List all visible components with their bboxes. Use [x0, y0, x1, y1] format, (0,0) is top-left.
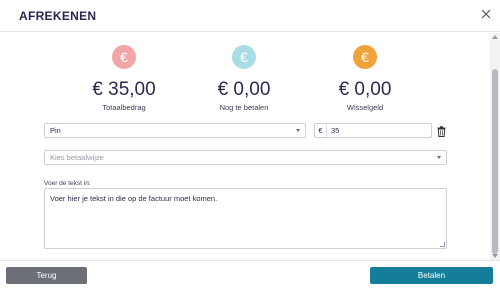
close-icon[interactable]	[479, 7, 493, 21]
payment-method-select[interactable]: Pin	[44, 123, 306, 138]
payment-method-value: Pin	[50, 126, 61, 135]
remaining-amount-label: Nog te betalen	[219, 103, 269, 112]
total-amount: € 35,00	[92, 79, 156, 100]
scroll-down-icon[interactable]	[492, 254, 498, 258]
remaining-amount: € 0,00	[217, 79, 271, 100]
total-amount-label: Totaalbedrag	[102, 103, 146, 112]
summary-total: € € 35,00 Totaalbedrag	[64, 45, 184, 112]
chevron-down-icon	[296, 129, 300, 132]
euro-icon: €	[353, 45, 377, 69]
pay-button[interactable]: Betalen	[370, 267, 493, 284]
payment-amount-field[interactable]: € 35	[314, 123, 432, 138]
invoice-text-area[interactable]: Voer hier je tekst in die op de factuur …	[44, 188, 447, 249]
modal-body: € € 35,00 Totaalbedrag € € 0,00 Nog te b…	[0, 33, 490, 260]
payment-amount-value[interactable]: 35	[331, 124, 339, 137]
scrollbar[interactable]	[490, 33, 500, 260]
scroll-up-icon[interactable]	[492, 35, 498, 39]
change-amount: € 0,00	[338, 79, 392, 100]
summary-change: € € 0,00 Wisselgeld	[305, 45, 425, 112]
modal-footer: Terug Betalen	[0, 260, 500, 290]
new-payment-placeholder: Kies betaalwijze	[50, 153, 104, 162]
invoice-text-label: Voer de tekst in:	[44, 180, 91, 187]
trash-icon[interactable]	[437, 124, 446, 137]
currency-prefix: €	[315, 124, 327, 137]
resize-handle-icon[interactable]	[440, 242, 445, 247]
new-payment-method-select[interactable]: Kies betaalwijze	[44, 150, 447, 165]
euro-icon: €	[232, 45, 256, 69]
modal-title: AFREKENEN	[19, 9, 97, 23]
summary-remaining: € € 0,00 Nog te betalen	[184, 45, 304, 112]
modal-header: AFREKENEN	[0, 0, 500, 32]
change-amount-label: Wisselgeld	[346, 103, 384, 112]
scrollbar-thumb[interactable]	[492, 69, 498, 254]
back-button[interactable]: Terug	[6, 267, 87, 284]
invoice-text-value: Voer hier je tekst in die op de factuur …	[50, 194, 218, 203]
chevron-down-icon	[437, 156, 441, 159]
euro-icon: €	[112, 45, 136, 69]
